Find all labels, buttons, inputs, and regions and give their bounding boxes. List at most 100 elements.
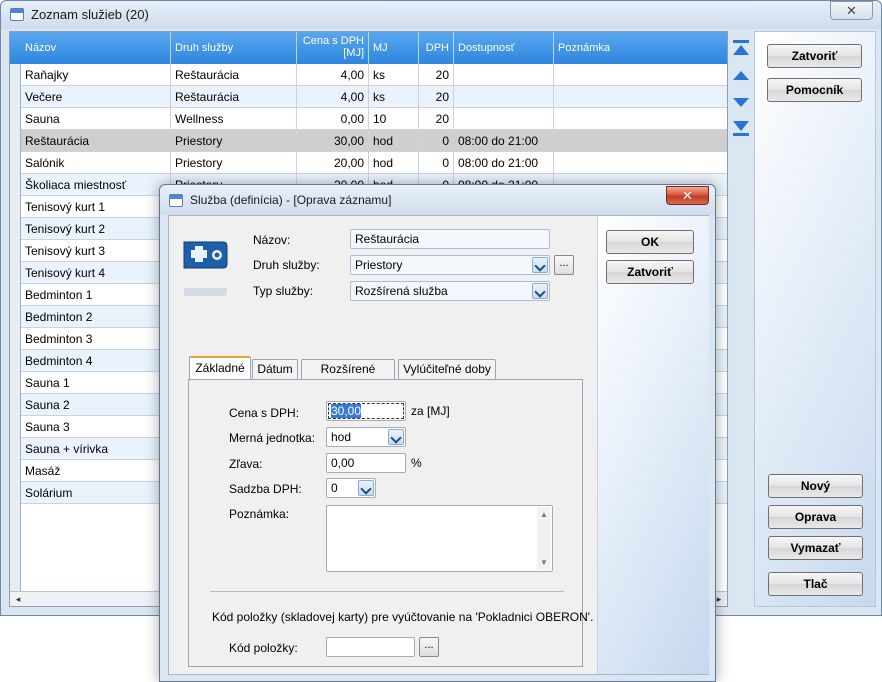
cell-avail[interactable] [454,108,554,130]
cell-name[interactable]: Sauna + vírivka [21,438,171,460]
tab-exclusion-periods[interactable]: Vylúčiteľné doby [398,359,496,379]
next-record-icon[interactable] [731,93,751,111]
cell-price[interactable]: 30,00 [297,130,369,152]
main-close-button[interactable]: ✕ [830,1,873,20]
new-button[interactable]: Nový [768,474,863,498]
cell-name[interactable]: Reštaurácia [21,130,171,152]
cell-name[interactable]: Raňajky [21,64,171,86]
column-header-type[interactable]: Druh služby [171,32,297,64]
table-row[interactable]: Sauna Wellness 0,00 10 20 [21,108,727,130]
service-kind-select[interactable]: Rozšírená služba [350,281,550,301]
scroll-down-icon[interactable]: ▼ [540,558,548,567]
cell-note[interactable] [554,108,727,130]
cell-name[interactable]: Večere [21,86,171,108]
cell-note[interactable] [554,152,727,174]
cell-vat[interactable]: 20 [419,86,454,108]
cell-avail[interactable]: 08:00 do 21:00 [454,130,554,152]
cell-name[interactable]: Tenisový kurt 2 [21,218,171,240]
table-row[interactable]: Salónik Priestory 20,00 hod 0 08:00 do 21:00 [21,152,727,174]
price-field[interactable]: 30,00 [326,401,406,421]
column-header-vat[interactable]: DPH [419,32,454,64]
measure-unit-select[interactable]: hod [326,427,406,447]
tab-extended-services[interactable]: Rozšírené služby [301,359,395,394]
column-header-name[interactable]: Názov [21,32,171,64]
cell-unit[interactable]: hod [369,152,419,174]
cell-name[interactable]: Sauna 2 [21,394,171,416]
cell-note[interactable] [554,64,727,86]
cell-name[interactable]: Tenisový kurt 4 [21,262,171,284]
cell-name[interactable]: Tenisový kurt 1 [21,196,171,218]
last-record-icon[interactable] [731,119,751,137]
cell-name[interactable]: Sauna 3 [21,416,171,438]
close-list-button[interactable]: Zatvoriť [767,44,862,68]
note-scrollbar[interactable]: ▲ ▼ [537,507,551,570]
service-type-select[interactable]: Priestory [350,255,550,275]
cell-vat[interactable]: 20 [419,64,454,86]
service-type-label: Druh služby: [253,258,320,272]
cell-note[interactable] [554,130,727,152]
dialog-cancel-button[interactable]: Zatvoriť [606,260,694,284]
name-field[interactable]: Reštaurácia [350,229,550,249]
first-record-icon[interactable] [731,39,751,57]
edit-button[interactable]: Oprava [768,505,863,529]
cell-unit[interactable]: 10 [369,108,419,130]
cell-name[interactable]: Salónik [21,152,171,174]
scroll-left-icon[interactable]: ◂ [12,593,24,605]
cell-avail[interactable] [454,64,554,86]
chevron-down-icon[interactable] [388,429,404,445]
item-code-field[interactable] [326,637,415,657]
column-header-unit[interactable]: MJ [369,32,419,64]
cell-type[interactable]: Priestory [171,152,297,174]
vat-rate-select[interactable]: 0 [326,478,376,498]
cell-name[interactable]: Školiaca miestnosť [21,174,171,196]
cell-vat[interactable]: 0 [419,152,454,174]
cell-price[interactable]: 4,00 [297,64,369,86]
column-header-note[interactable]: Poznámka [554,32,727,64]
table-row[interactable]: Raňajky Reštaurácia 4,00 ks 20 [21,64,727,86]
cell-type[interactable]: Reštaurácia [171,64,297,86]
previous-record-icon[interactable] [731,67,751,85]
print-button[interactable]: Tlač [768,572,863,596]
cell-unit[interactable]: ks [369,64,419,86]
cell-name[interactable]: Masáž [21,460,171,482]
cell-name[interactable]: Bedminton 2 [21,306,171,328]
cell-name[interactable]: Bedminton 3 [21,328,171,350]
table-row[interactable]: Reštaurácia Priestory 30,00 hod 0 08:00 do 21… [21,130,727,152]
tab-date[interactable]: Dátum [252,359,298,379]
chevron-down-icon[interactable] [532,283,548,299]
cell-avail[interactable] [454,86,554,108]
delete-button[interactable]: Vymazať [768,536,863,560]
cell-note[interactable] [554,86,727,108]
item-code-browse-button[interactable]: ... [419,637,439,657]
chevron-down-icon[interactable] [532,257,548,273]
cell-unit[interactable]: ks [369,86,419,108]
cell-price[interactable]: 4,00 [297,86,369,108]
cell-name[interactable]: Solárium [21,482,171,504]
chevron-down-icon[interactable] [358,480,374,496]
cell-name[interactable]: Tenisový kurt 3 [21,240,171,262]
cell-price[interactable]: 0,00 [297,108,369,130]
column-header-availability[interactable]: Dostupnosť [454,32,554,64]
table-row[interactable]: Večere Reštaurácia 4,00 ks 20 [21,86,727,108]
cell-type[interactable]: Reštaurácia [171,86,297,108]
service-type-browse-button[interactable]: ... [554,255,574,275]
cell-type[interactable]: Wellness [171,108,297,130]
cell-name[interactable]: Bedminton 4 [21,350,171,372]
column-header-price[interactable]: Cena s DPH [MJ] [297,32,369,64]
cell-name[interactable]: Bedminton 1 [21,284,171,306]
scroll-up-icon[interactable]: ▲ [540,510,548,519]
helper-button[interactable]: Pomocník [767,78,862,102]
cell-vat[interactable]: 0 [419,130,454,152]
cell-avail[interactable]: 08:00 do 21:00 [454,152,554,174]
cell-unit[interactable]: hod [369,130,419,152]
cell-name[interactable]: Sauna 1 [21,372,171,394]
cell-vat[interactable]: 20 [419,108,454,130]
tab-basic[interactable]: Základné [189,356,251,380]
cell-type[interactable]: Priestory [171,130,297,152]
discount-field[interactable]: 0,00 [326,453,406,473]
note-textarea[interactable]: ▲ ▼ [326,505,553,572]
cell-name[interactable]: Sauna [21,108,171,130]
ok-button[interactable]: OK [606,230,694,254]
cell-price[interactable]: 20,00 [297,152,369,174]
dialog-close-button[interactable]: ✕ [666,186,709,205]
